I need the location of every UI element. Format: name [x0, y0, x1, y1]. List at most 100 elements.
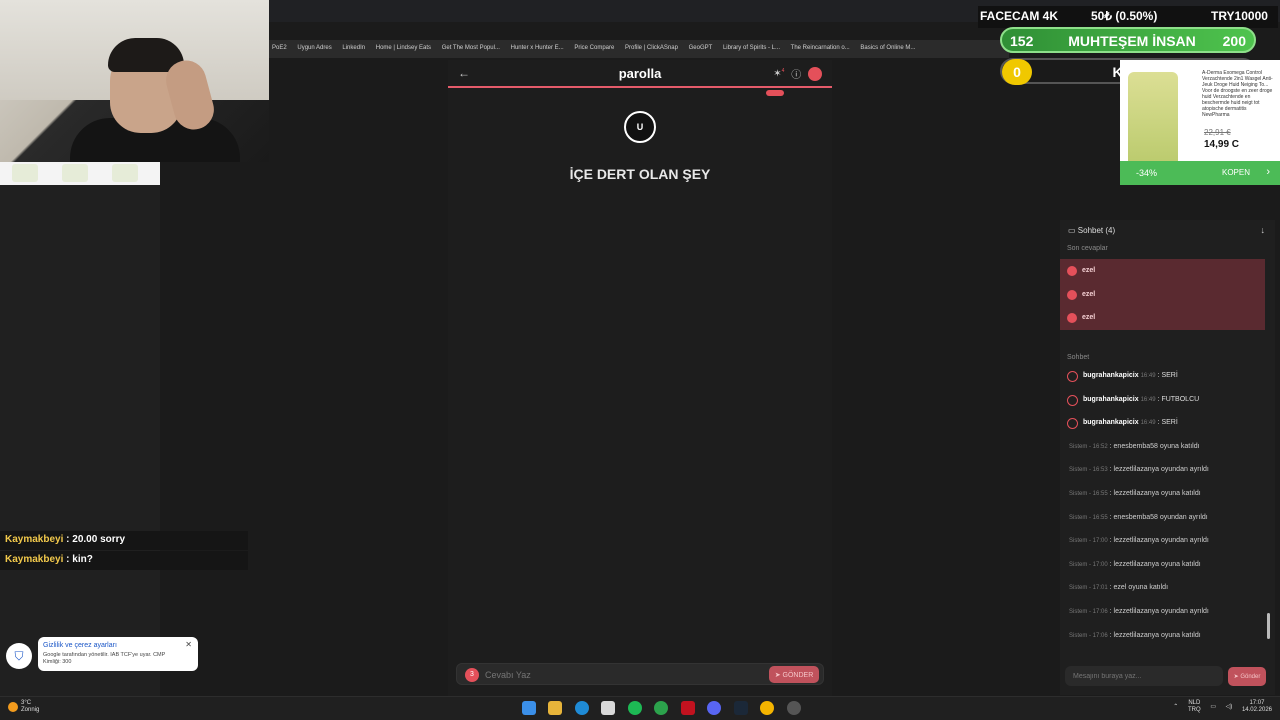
rank-value: 200: [1222, 33, 1246, 49]
game-header: ← parolla ✶4 ⓘ: [448, 60, 832, 88]
language-indicator[interactable]: NLD TRQ: [1188, 700, 1201, 714]
user-icon: [1067, 289, 1077, 300]
user-icon: [1067, 371, 1078, 382]
bookmark[interactable]: Home | Lindsey Eats: [376, 45, 431, 51]
chat-label: Sohbet: [1067, 354, 1090, 361]
old-price: 22,91 €: [1204, 128, 1231, 137]
network-icon[interactable]: ▭: [1210, 704, 1216, 711]
edge-icon[interactable]: [574, 701, 589, 715]
rank-name: MUHTEŞEM İNSAN: [1068, 33, 1196, 49]
new-price: 14,99 C: [1204, 139, 1240, 150]
recent-answers-label: Son cevaplar: [1067, 245, 1108, 252]
bookmark[interactable]: LinkedIn: [342, 45, 365, 51]
steam-icon[interactable]: [733, 701, 748, 715]
user-icon: [1067, 394, 1078, 406]
volume-icon[interactable]: ◁): [1226, 704, 1233, 711]
cookie-card[interactable]: Gizlilik ve çerez ayarları Google tarafı…: [38, 637, 198, 671]
shield-icon[interactable]: ⛉: [6, 643, 32, 669]
list-item: Sistem - 16:55 : enesbemba58 oyundan ayr…: [1069, 513, 1208, 521]
arrow-down-icon[interactable]: ↓: [1261, 225, 1266, 235]
close-icon[interactable]: ✕: [185, 640, 192, 649]
list-item: Sistem - 17:06 : lezzetlilazanya oyuna k…: [1069, 631, 1201, 639]
scrollbar[interactable]: [1267, 613, 1270, 639]
taskbar: 3°C Zonnig ⌃ NLD TRQ ▭ ◁) 17:07 14.02.2026: [0, 696, 1280, 720]
sun-icon: [8, 702, 18, 712]
product-image: [1128, 72, 1178, 172]
product-thumbnails: [0, 162, 160, 185]
discord-icon[interactable]: [707, 701, 722, 715]
bookmark[interactable]: The Reincarnation o...: [791, 45, 850, 51]
bookmarks-bar: PoE2 Uygun Adres LinkedIn Home | Lindsey…: [269, 40, 1009, 58]
list-item: bugrahankapicix 16:49 : FUTBOLCU: [1060, 391, 1265, 415]
recording-app-icon[interactable]: [786, 701, 801, 715]
bookmark[interactable]: Get The Most Popul...: [442, 45, 500, 51]
facecam-progress: 50₺ (0.50%): [1091, 9, 1158, 23]
list-item: Sistem - 17:00 : lezzetlilazanya oyundan…: [1069, 537, 1209, 545]
discount-badge: -34%: [1136, 168, 1158, 178]
list-item: ezel: [1060, 283, 1265, 307]
notification-icon[interactable]: ✶4: [773, 68, 784, 79]
avatar[interactable]: [808, 66, 822, 81]
buy-button[interactable]: KOPEN: [1222, 168, 1250, 177]
game-panel: ← parolla ✶4 ⓘ U İÇE DERT OLAN ŞEY 3 ➤ G…: [448, 60, 832, 696]
list-item: Sistem - 17:00 : lezzetlilazanya oyuna k…: [1069, 560, 1201, 568]
ad-text: A-Derma Exomega Control Verzachtende 2in…: [1202, 70, 1273, 118]
list-item: bugrahankapicix 16:49 : SERİ: [1060, 414, 1265, 438]
bookmark[interactable]: Hunter x Hunter E...: [511, 45, 564, 51]
bookmark[interactable]: PoE2: [272, 45, 287, 51]
chat-message-input[interactable]: [1065, 666, 1223, 686]
facecam-goal-bar: FACECAM 4K 50₺ (0.50%) TRY10000: [978, 6, 1278, 28]
chat-icon: ▭: [1068, 226, 1078, 235]
status-badge: [766, 90, 784, 96]
chevron-up-icon[interactable]: ⌃: [1173, 704, 1178, 711]
app-icon[interactable]: [680, 701, 695, 715]
stream-chat-overlay: Kaymakbeyi : 20.00 sorry Kaymakbeyi : ki…: [0, 531, 248, 571]
chat-header: ▭ Sohbet (4): [1068, 226, 1116, 235]
chevron-right-icon: ›: [1266, 166, 1270, 178]
ad-buy-bar[interactable]: -34% KOPEN ›: [1120, 161, 1280, 185]
cookie-consent-toast[interactable]: ⛉ Gizlilik ve çerez ayarları Google tara…: [4, 637, 198, 671]
player-avatar: U: [624, 111, 656, 143]
bookmark[interactable]: Profile | ClickASnap: [625, 45, 678, 51]
chat-messages: bugrahankapicix 16:49 : SERİ bugrahankap…: [1060, 367, 1265, 657]
answer-input[interactable]: [485, 667, 735, 683]
send-button[interactable]: ➤ GÖNDER: [769, 666, 819, 683]
ad-brand: NewPharma: [1202, 112, 1230, 118]
bookmark[interactable]: GeoGPT: [689, 45, 713, 51]
rank-score: 152: [1010, 33, 1034, 49]
weather-widget[interactable]: 3°C Zonnig: [8, 700, 39, 714]
facecam-goal: TRY10000: [1211, 9, 1268, 23]
list-item: ezel: [1060, 259, 1265, 283]
answer-bar: 3 ➤ GÖNDER: [456, 663, 824, 685]
cookie-body: Google tarafından yönetilir. IAB TCF'ye …: [43, 652, 166, 665]
chat-send-button[interactable]: ➤ Gönder: [1228, 667, 1266, 686]
bookmark[interactable]: Uygun Adres: [297, 45, 331, 51]
bookmark[interactable]: Price Compare: [574, 45, 614, 51]
list-item: bugrahankapicix 16:49 : SERİ: [1060, 367, 1265, 391]
user-icon: [1067, 313, 1077, 324]
bookmark[interactable]: Library of Spirits - L...: [723, 45, 780, 51]
rank-score: 0: [1002, 59, 1032, 85]
spotify-icon[interactable]: [627, 701, 642, 715]
store-icon[interactable]: [601, 701, 616, 715]
taskbar-apps: [522, 701, 809, 720]
bookmark[interactable]: Basics of Online M...: [860, 45, 915, 51]
info-icon[interactable]: ⓘ: [791, 66, 801, 81]
chrome-icon[interactable]: [760, 701, 775, 715]
xbox-icon[interactable]: [654, 701, 669, 715]
heart-icon: 3: [465, 668, 479, 682]
file-explorer-icon[interactable]: [548, 701, 563, 715]
user-icon: [1067, 418, 1078, 430]
chat-panel: ▭ Sohbet (4) ↓ Son cevaplar ezel ezel ez…: [1060, 220, 1275, 695]
list-item: Sistem - 17:06 : lezzetlilazanya oyundan…: [1069, 607, 1209, 615]
question-text: İÇE DERT OLAN ŞEY: [569, 166, 711, 182]
clock[interactable]: 17:07 14.02.2026: [1242, 700, 1272, 714]
header-actions: ✶4 ⓘ: [769, 66, 822, 81]
leaderboard-row-1: 152 MUHTEŞEM İNSAN 200: [1000, 27, 1256, 53]
list-item: ezel: [1060, 306, 1265, 330]
list-item: Sistem - 16:52 : enesbemba58 oyuna katıl…: [1069, 442, 1200, 450]
stream-chat-line: Kaymakbeyi : 20.00 sorry: [0, 531, 248, 550]
list-item: Sistem - 16:53 : lezzetlilazanya oyundan…: [1069, 466, 1209, 474]
webcam-feed: [0, 0, 269, 162]
windows-start-icon[interactable]: [522, 701, 536, 715]
